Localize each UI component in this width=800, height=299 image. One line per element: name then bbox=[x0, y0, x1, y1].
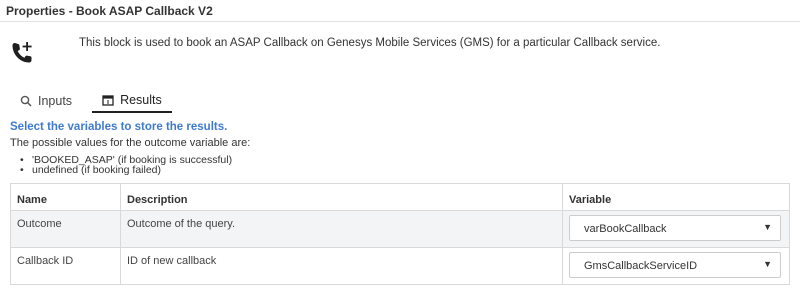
row-variable-cell: GmsCallbackServiceID ▼ bbox=[562, 247, 790, 285]
outcome-variable-select[interactable]: varBookCallback ▼ bbox=[569, 215, 781, 241]
callback-id-variable-select[interactable]: GmsCallbackServiceID ▼ bbox=[569, 252, 781, 278]
tab-results[interactable]: Results bbox=[92, 89, 172, 113]
column-header-description: Description bbox=[120, 183, 563, 211]
possible-values-intro: The possible values for the outcome vari… bbox=[10, 137, 251, 149]
tab-inputs[interactable]: Inputs bbox=[10, 89, 88, 113]
tab-bar: Inputs Results bbox=[10, 89, 172, 113]
row-description: ID of new callback bbox=[120, 247, 563, 285]
row-name: Outcome bbox=[10, 210, 121, 248]
table-row: Outcome Outcome of the query. varBookCal… bbox=[10, 210, 790, 248]
chevron-down-icon: ▼ bbox=[763, 259, 772, 269]
row-name: Callback ID bbox=[10, 247, 121, 285]
block-description: This block is used to book an ASAP Callb… bbox=[79, 37, 661, 49]
results-table: Name Description Variable Outcome Outcom… bbox=[10, 183, 790, 285]
table-header-row: Name Description Variable bbox=[10, 183, 790, 211]
select-value: varBookCallback bbox=[584, 223, 667, 235]
possible-values-list: 'BOOKED_ASAP' (if booking is successful)… bbox=[20, 155, 232, 176]
row-description: Outcome of the query. bbox=[120, 210, 563, 248]
window-title: Properties - Book ASAP Callback V2 bbox=[6, 4, 213, 18]
tab-results-label: Results bbox=[120, 93, 162, 107]
results-hint: Select the variables to store the result… bbox=[10, 121, 228, 133]
row-variable-cell: varBookCallback ▼ bbox=[562, 210, 790, 248]
tab-inputs-label: Inputs bbox=[38, 94, 73, 108]
select-value: GmsCallbackServiceID bbox=[584, 260, 698, 272]
list-item: undefined (if booking failed) bbox=[20, 165, 232, 176]
column-header-variable: Variable bbox=[562, 183, 790, 211]
calendar-icon bbox=[102, 95, 114, 106]
phone-add-icon bbox=[12, 42, 32, 63]
chevron-down-icon: ▼ bbox=[763, 222, 772, 232]
title-bar: Properties - Book ASAP Callback V2 bbox=[0, 0, 800, 22]
search-icon bbox=[20, 95, 32, 107]
table-row: Callback ID ID of new callback GmsCallba… bbox=[10, 247, 790, 285]
column-header-name: Name bbox=[10, 183, 121, 211]
